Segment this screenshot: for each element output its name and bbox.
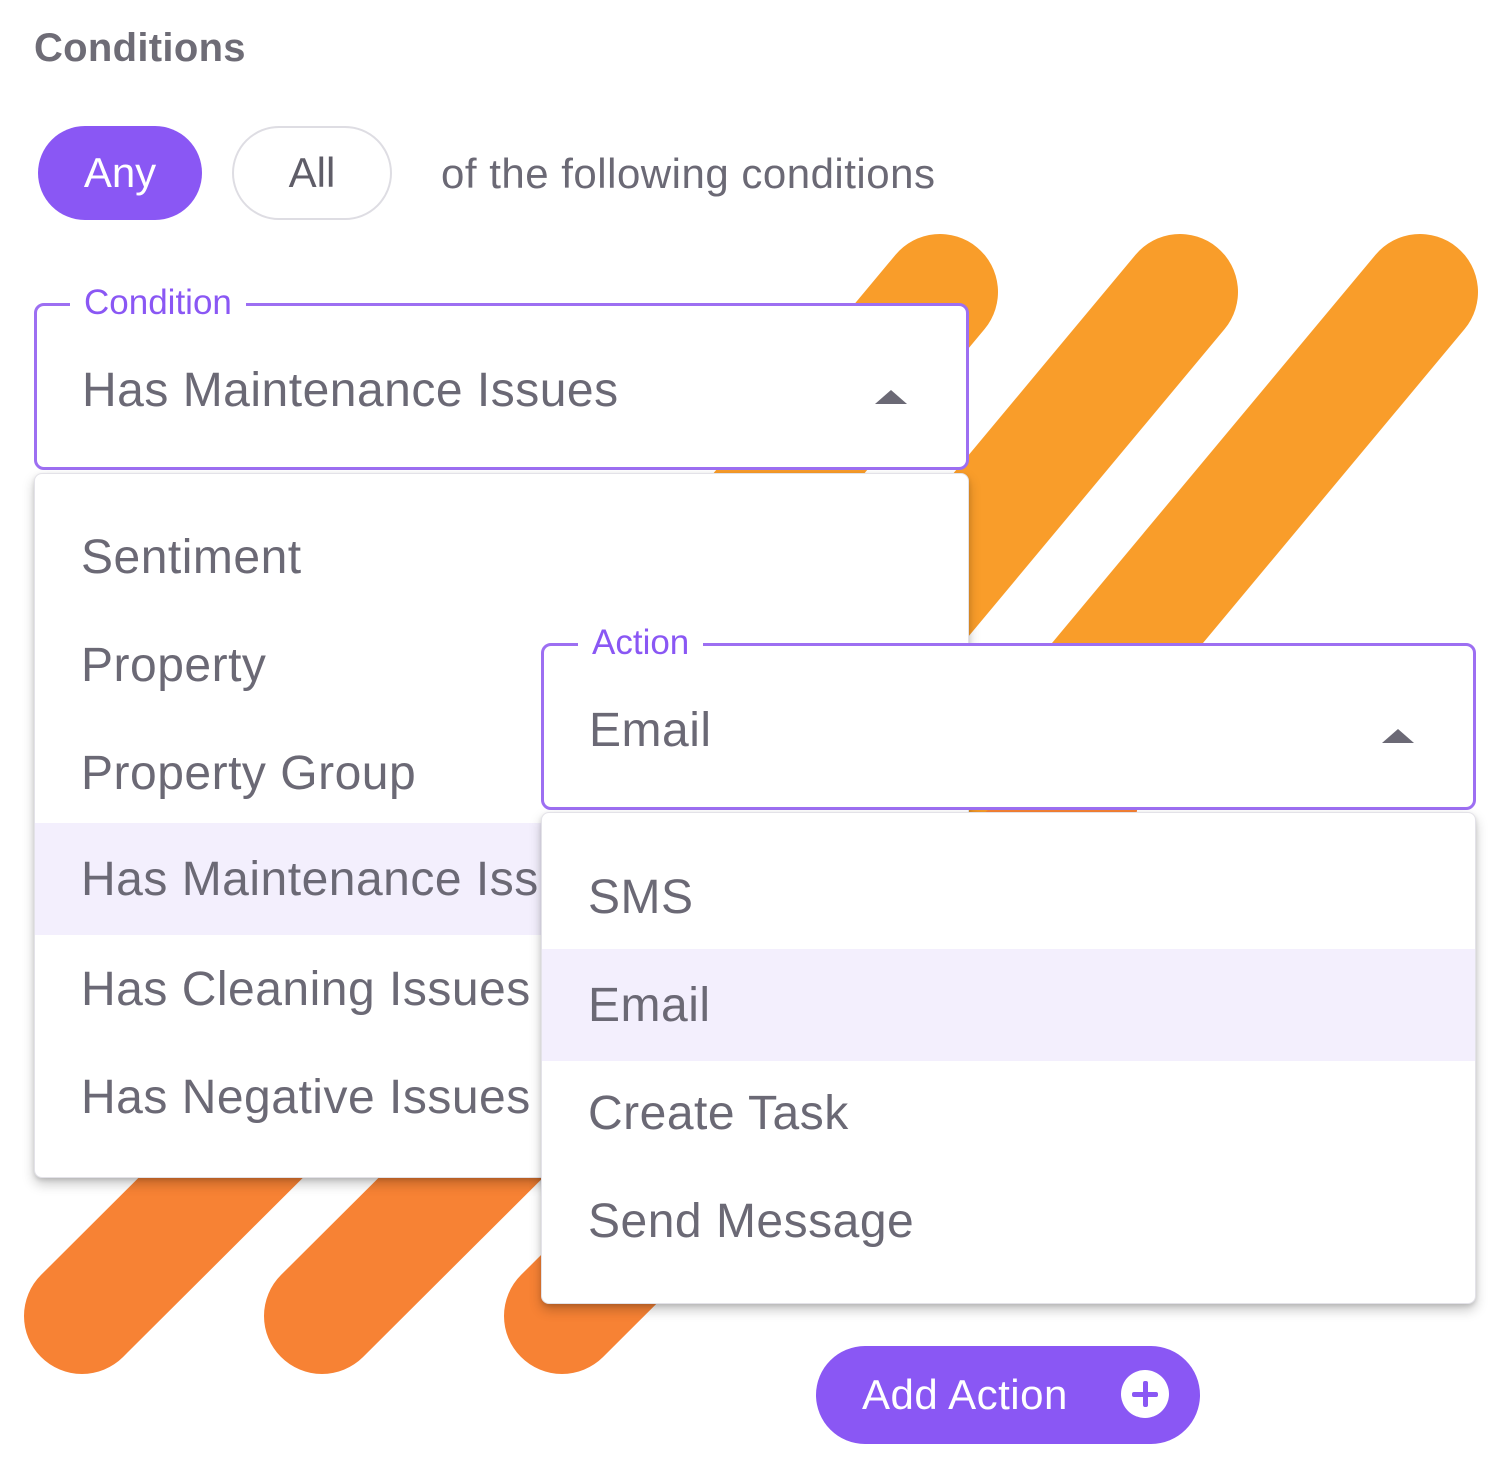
action-option-sms[interactable]: SMS xyxy=(542,841,1475,953)
caret-up-icon[interactable] xyxy=(875,390,907,404)
condition-label: Condition xyxy=(70,282,246,324)
add-action-button[interactable]: Add Action xyxy=(816,1346,1200,1444)
action-option-send-message[interactable]: Send Message xyxy=(542,1165,1475,1277)
page-title: Conditions xyxy=(34,26,246,70)
add-action-label: Add Action xyxy=(862,1371,1068,1418)
caret-up-icon[interactable] xyxy=(1382,729,1414,743)
action-option-email[interactable]: Email xyxy=(542,949,1475,1061)
condition-option-sentiment[interactable]: Sentiment xyxy=(35,501,968,613)
plus-circle-icon xyxy=(1121,1370,1169,1418)
action-label: Action xyxy=(578,622,704,664)
action-option-create-task[interactable]: Create Task xyxy=(542,1057,1475,1169)
action-select[interactable]: Action Email xyxy=(541,622,1476,810)
condition-select[interactable]: Condition Has Maintenance Issues xyxy=(34,282,969,470)
action-dropdown-menu: SMS Email Create Task Send Message xyxy=(541,812,1476,1304)
match-suffix-text: of the following conditions xyxy=(441,150,936,197)
action-value: Email xyxy=(589,704,712,757)
condition-value: Has Maintenance Issues xyxy=(82,364,619,417)
all-toggle-button[interactable]: All xyxy=(232,126,392,220)
any-toggle-button[interactable]: Any xyxy=(38,126,202,220)
